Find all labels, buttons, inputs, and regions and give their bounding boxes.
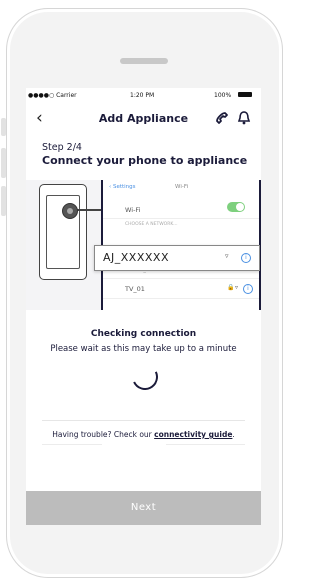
- status-bar: ●●●●○ Carrier 1:20 PM 100%: [26, 88, 261, 102]
- help-prefix: Having trouble? Check our: [52, 430, 155, 439]
- phone-volume-up-button: [1, 148, 6, 178]
- status-subtitle: Please wait as this may take up to a min…: [50, 344, 237, 354]
- highlighted-network-row: AJ_XXXXXX ▿ i: [94, 245, 260, 271]
- appliance-network-name: AJ_XXXXXX: [103, 251, 169, 264]
- carrier-label: ●●●●○ Carrier: [28, 92, 77, 99]
- next-button[interactable]: Next: [26, 491, 261, 525]
- wifi-header-title: Wi-Fi: [175, 184, 189, 190]
- support-button[interactable]: [214, 110, 230, 130]
- network-section-label: CHOOSE A NETWORK...: [125, 222, 178, 227]
- phone-side-button: [1, 118, 6, 136]
- notifications-button[interactable]: [237, 110, 251, 130]
- phone-speaker: [120, 58, 168, 64]
- network-row-tv: TV_01 🔒 ▿ i: [103, 280, 259, 299]
- appliance-illustration: [39, 184, 87, 280]
- phone-icon: [216, 112, 228, 124]
- wifi-row-label: Wi-Fi: [125, 206, 141, 214]
- network-tv-label: TV_01: [125, 285, 145, 293]
- connector-line: [76, 209, 102, 211]
- info-icon: i: [243, 284, 253, 294]
- step-heading: Connect your phone to appliance: [42, 154, 248, 167]
- loading-spinner-icon: [128, 360, 162, 394]
- wifi-toggle-row: Wi-Fi: [103, 200, 259, 219]
- wifi-toggle: [227, 202, 245, 212]
- step-indicator: Step 2/4: [42, 142, 82, 153]
- wifi-signal-icon: ▿: [235, 284, 239, 291]
- status-title: Checking connection: [90, 329, 197, 339]
- phone-volume-down-button: [1, 186, 6, 216]
- info-icon: i: [241, 253, 251, 263]
- faint-divider-right: [166, 444, 245, 445]
- appliance-button-icon: [62, 203, 78, 219]
- help-suffix: .: [232, 430, 235, 439]
- faint-divider-left: [42, 444, 102, 445]
- lock-icon: 🔒: [227, 284, 235, 291]
- wifi-signal-icon: ▿: [225, 252, 229, 260]
- bell-icon: [237, 111, 251, 125]
- help-text: Having trouble? Check our connectivity g…: [26, 430, 261, 439]
- connectivity-guide-link[interactable]: connectivity guide: [154, 430, 232, 439]
- battery-label: 100%: [214, 92, 232, 99]
- battery-icon: [238, 92, 252, 97]
- divider: [42, 420, 245, 421]
- wifi-settings-header: ‹ Settings Wi-Fi: [103, 180, 259, 194]
- navigation-bar: ‹ Add Appliance: [26, 102, 261, 132]
- time-label: 1:20 PM: [130, 92, 155, 99]
- app-screen: ●●●●○ Carrier 1:20 PM 100% ‹ Add Applian…: [26, 88, 261, 525]
- settings-back-label: ‹ Settings: [109, 184, 136, 190]
